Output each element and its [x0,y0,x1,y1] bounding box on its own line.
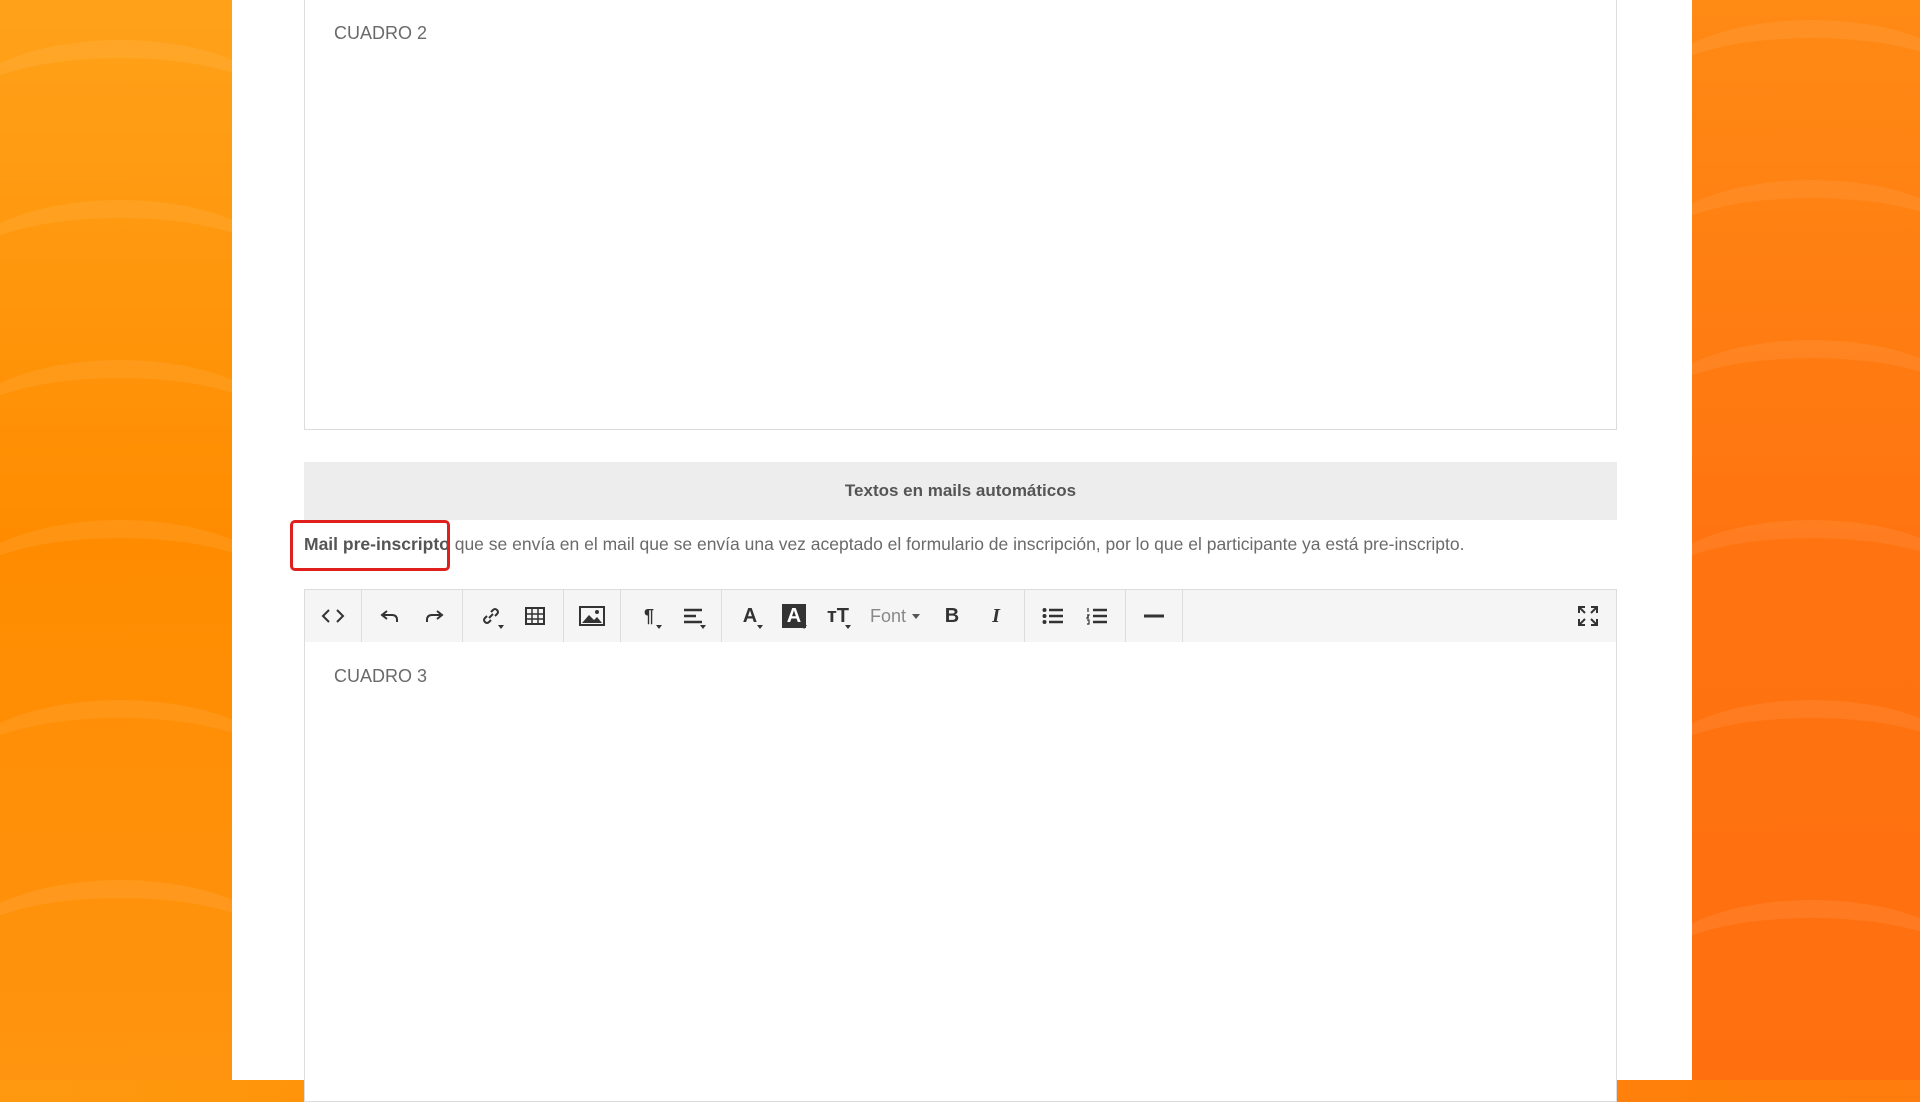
left-background-panel [0,0,232,1080]
italic-icon: I [992,604,1000,627]
bold-icon: B [944,604,960,627]
chevron-down-icon [656,625,662,629]
right-background-panel [1692,0,1920,1080]
ordered-list-button[interactable] [1075,596,1119,636]
toolbar-group-media [564,590,621,642]
font-family-dropdown[interactable]: Font [860,596,930,636]
chevron-down-icon [757,625,763,629]
toolbar-group-font: A A тT Font B I [722,590,1026,642]
editor-toolbar: ¶ A A тT Font B I [304,589,1617,643]
toolbar-group-rule [1126,590,1184,642]
bold-button[interactable]: B [930,596,974,636]
field-description: Mail pre-inscripto que se envía en el ma… [304,534,1464,555]
background-color-button[interactable]: A [772,596,816,636]
undo-icon [380,610,398,622]
toolbar-group-code [305,590,362,642]
link-icon [483,608,499,624]
chevron-down-icon [498,625,504,629]
horizontal-rule-button[interactable] [1132,596,1176,636]
toolbar-group-insert [463,590,564,642]
toolbar-group-history [362,590,463,642]
editor-content-area-top[interactable]: CUADRO 2 [304,0,1617,430]
fullscreen-icon [1578,606,1598,626]
editor-text-bottom[interactable]: CUADRO 3 [334,666,427,687]
code-icon [321,609,345,623]
link-button[interactable] [469,596,513,636]
chevron-down-icon [912,613,921,619]
horizontal-rule-icon [1144,614,1165,618]
font-color-button[interactable]: A [728,596,772,636]
numbered-list-icon [1086,608,1108,625]
redo-button[interactable] [412,596,456,636]
paragraph-style-button[interactable]: ¶ [627,596,671,636]
section-title: Textos en mails automáticos [844,481,1077,500]
align-button[interactable] [671,596,715,636]
redo-icon [426,610,444,622]
font-size-button[interactable]: тT [816,596,860,636]
chevron-down-icon [845,625,851,629]
italic-button[interactable]: I [974,596,1018,636]
chevron-down-icon [700,625,706,629]
field-description-text: que se envía en el mail que se envía una… [449,534,1465,554]
bullet-list-icon [1042,608,1064,624]
toolbar-group-view [1560,590,1616,642]
table-icon [525,607,545,625]
fullscreen-button[interactable] [1566,596,1610,636]
image-button[interactable] [570,596,614,636]
font-family-label: Font [870,605,907,626]
highlight-annotation-box [290,520,450,571]
section-header: Textos en mails automáticos [304,462,1617,520]
editor-content-area-bottom[interactable]: CUADRO 3 [304,642,1617,1102]
align-left-icon [684,608,702,624]
chevron-down-icon [801,625,807,629]
table-button[interactable] [513,596,557,636]
image-icon [579,606,605,626]
toolbar-group-paragraph: ¶ [621,590,722,642]
paragraph-icon: ¶ [643,605,654,626]
unordered-list-button[interactable] [1031,596,1075,636]
toolbar-group-lists [1025,590,1127,642]
main-page: CUADRO 2 Textos en mails automáticos Mai… [232,0,1692,1102]
font-color-icon: A [742,604,758,627]
editor-text-top[interactable]: CUADRO 2 [334,23,427,44]
code-view-button[interactable] [311,596,355,636]
undo-button[interactable] [368,596,412,636]
